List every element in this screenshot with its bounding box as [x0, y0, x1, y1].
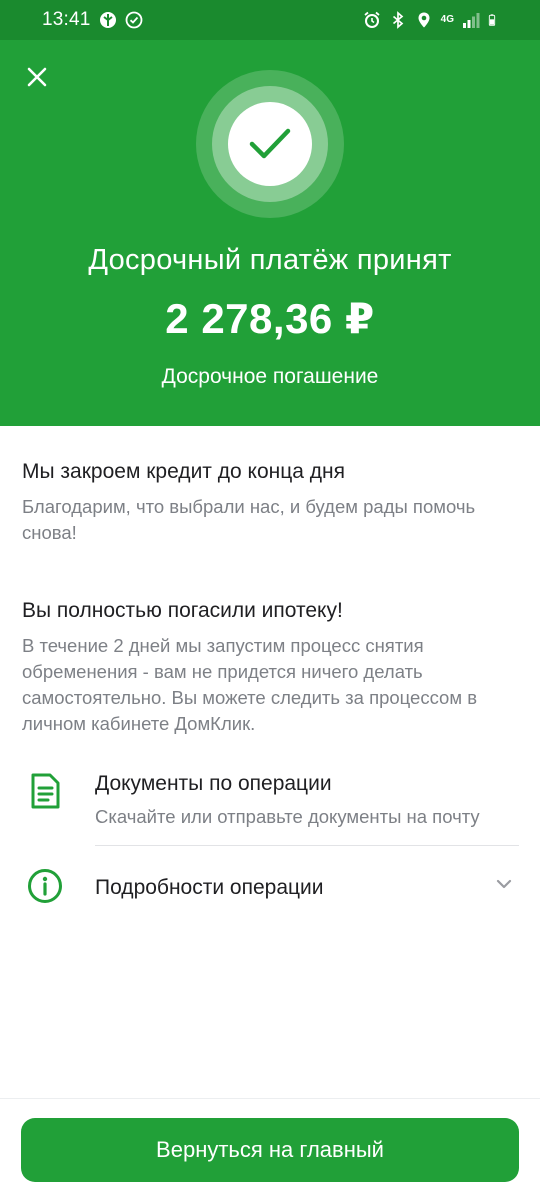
details-item[interactable]: Подробности операции — [0, 856, 540, 920]
signal-icon — [463, 13, 480, 28]
close-credit-title: Мы закроем кредит до конца дня — [22, 460, 345, 483]
footer-divider — [0, 1098, 540, 1099]
alarm-icon — [364, 11, 380, 28]
documents-subtitle: Скачайте или отправьте документы на почт… — [95, 806, 480, 827]
sync-check-icon — [125, 11, 142, 29]
close-credit-text: Благодарим, что выбрали нас, и будем рад… — [22, 496, 476, 543]
back-to-main-button[interactable]: Вернуться на главный — [21, 1118, 519, 1182]
battery-icon — [488, 14, 496, 26]
details-title: Подробности операции — [95, 876, 324, 899]
mortgage-paid-title: Вы полностью погасили ипотеку! — [22, 599, 343, 622]
documents-item[interactable]: Документы по операции Скачайте или отпра… — [0, 760, 540, 846]
status-time: 13:41 — [42, 9, 91, 30]
success-badge — [228, 102, 312, 186]
list-divider — [95, 845, 519, 846]
location-icon — [418, 12, 430, 28]
vpn-icon — [99, 12, 116, 28]
info-icon — [26, 867, 64, 905]
documents-title: Документы по операции — [95, 772, 332, 795]
network-type-label: 4G — [440, 14, 454, 25]
mortgage-paid-text: В течение 2 дней мы запустим процесс сня… — [22, 635, 478, 734]
status-bar: 13:41 4G — [0, 0, 540, 40]
close-icon — [27, 67, 47, 87]
chevron-down-icon — [496, 879, 512, 889]
page-title: Досрочный платёж принят — [88, 244, 452, 276]
payment-type: Досрочное погашение — [161, 365, 379, 388]
success-header: Досрочный платёж принят 2 278,36 ₽ Досро… — [0, 40, 540, 426]
checkmark-icon — [249, 128, 291, 159]
close-button[interactable] — [18, 58, 56, 96]
document-icon — [26, 772, 64, 810]
bluetooth-icon — [392, 11, 403, 29]
payment-amount: 2 278,36 ₽ — [165, 295, 375, 342]
